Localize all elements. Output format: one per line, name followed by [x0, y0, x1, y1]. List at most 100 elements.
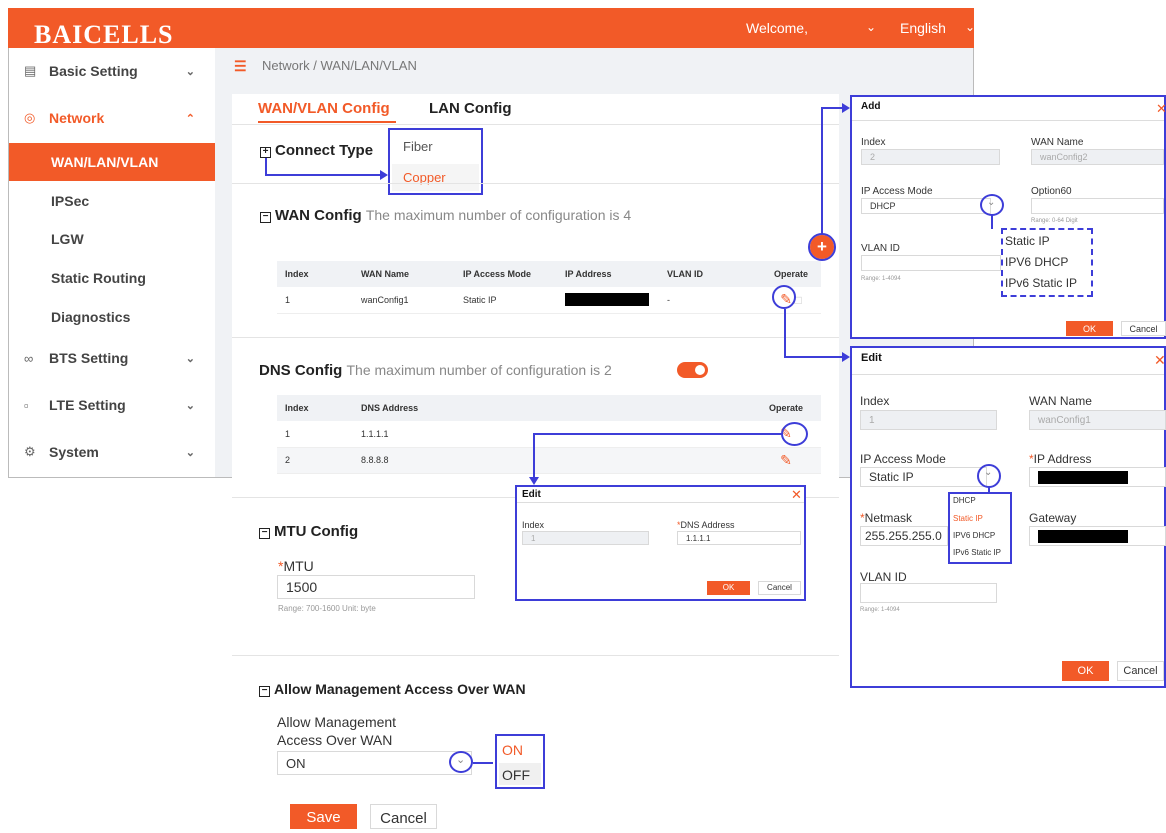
dns-config-header: DNS Config The maximum number of configu…	[259, 362, 612, 379]
option-ipv6-dhcp[interactable]: IPV6 DHCP	[1005, 255, 1068, 269]
table-row: 1 wanConfig1 Static IP - ✎ □	[277, 287, 821, 314]
column-header: WAN Name	[353, 261, 455, 287]
option-off[interactable]: OFF	[502, 767, 530, 783]
sidebar-item-wan-lan-vlan[interactable]: WAN/LAN/VLAN	[9, 143, 215, 181]
section-divider	[232, 655, 839, 656]
sidebar-item-lgw[interactable]: LGW	[9, 220, 215, 258]
menu-toggle-icon[interactable]: ☰	[234, 58, 247, 75]
section-title: MTU Config	[274, 523, 359, 540]
ok-button[interactable]: OK	[1066, 321, 1113, 336]
ok-button[interactable]: OK	[707, 581, 750, 595]
globe-icon: ◎	[24, 110, 36, 125]
option-fiber[interactable]: Fiber	[403, 139, 433, 154]
cancel-button[interactable]: Cancel	[370, 804, 437, 829]
dns-label-text: DNS Address	[680, 520, 735, 530]
sidebar-item-network[interactable]: ◎ Network ⌃	[9, 99, 215, 137]
wan-name-label: WAN Name	[1031, 137, 1084, 148]
ok-button[interactable]: OK	[1062, 661, 1109, 681]
ip-mode-label: IP Access Mode	[860, 452, 946, 466]
connect-type-header[interactable]: + Connect Type	[260, 142, 373, 159]
option60-label: Option60	[1031, 186, 1072, 197]
vlan-input[interactable]	[861, 255, 1001, 271]
section-divider	[232, 337, 839, 338]
dns-address-input[interactable]: 1.1.1.1	[677, 531, 801, 545]
option-ipv6-static-ip[interactable]: IPv6 Static IP	[1005, 276, 1077, 290]
cell-index: 1	[277, 421, 353, 448]
close-icon[interactable]: ✕	[1156, 101, 1166, 117]
collapse-icon[interactable]: −	[259, 528, 270, 539]
language-selector[interactable]: English	[900, 20, 946, 36]
dialog-divider	[852, 374, 1164, 375]
sidebar-item-label: System	[49, 444, 99, 460]
sidebar-item-lte-setting[interactable]: ▫ LTE Setting ⌄	[9, 386, 215, 424]
collapse-icon[interactable]: −	[260, 212, 271, 223]
cell-wan-name: wanConfig1	[353, 287, 455, 314]
option60-input[interactable]	[1031, 198, 1164, 214]
chevron-down-icon[interactable]: ⌄	[456, 753, 465, 766]
mgmt-access-header[interactable]: − Allow Management Access Over WAN	[259, 681, 526, 697]
column-header: IP Address	[557, 261, 659, 287]
sidebar-item-static-routing[interactable]: Static Routing	[9, 259, 215, 297]
netmask-label: *Netmask	[860, 511, 913, 525]
wan-name-label: WAN Name	[1029, 394, 1092, 408]
close-icon[interactable]: ✕	[791, 487, 802, 503]
dns-enable-toggle[interactable]	[677, 362, 708, 378]
column-header: DNS Address	[353, 395, 751, 421]
option-on[interactable]: ON	[502, 742, 523, 758]
ip-mode-select[interactable]: DHCP	[861, 198, 991, 214]
cancel-button[interactable]: Cancel	[1121, 321, 1166, 336]
active-tab-indicator	[258, 121, 396, 123]
ip-address-label-text: IP Address	[1033, 452, 1092, 466]
mgmt-access-select[interactable]: ON	[277, 751, 472, 775]
sidebar-item-ipsec[interactable]: IPSec	[9, 182, 215, 220]
mtu-config-header[interactable]: − MTU Config	[259, 523, 358, 540]
ip-mode-label: IP Access Mode	[861, 186, 933, 197]
mtu-hint: Range: 700-1600 Unit: byte	[278, 604, 376, 613]
vlan-label: VLAN ID	[860, 570, 907, 584]
wan-name-field: wanConfig2	[1031, 149, 1164, 165]
cell-operate: ✎	[751, 447, 821, 474]
tab-wan-vlan-config[interactable]: WAN/VLAN Config	[258, 100, 390, 117]
chevron-down-icon[interactable]: ⌄	[987, 197, 995, 208]
wan-table: Index WAN Name IP Access Mode IP Address…	[277, 261, 821, 314]
gateway-input[interactable]	[1029, 526, 1166, 546]
chevron-down-icon: ⌄	[185, 446, 195, 459]
sidebar-item-label: Network	[49, 110, 105, 126]
option-dhcp[interactable]: DHCP	[953, 496, 976, 505]
dialog-title: Add	[861, 101, 881, 112]
gear-icon: ⚙	[24, 444, 36, 459]
dialog-divider	[852, 120, 1164, 121]
option-ipv6-static-ip[interactable]: IPv6 Static IP	[953, 548, 1001, 557]
wan-config-header[interactable]: − WAN Config The maximum number of config…	[260, 207, 631, 224]
redacted-block	[1038, 529, 1128, 543]
ip-address-input[interactable]	[1029, 467, 1166, 487]
user-menu-chevron-icon[interactable]: ⌄	[866, 20, 876, 34]
ip-mode-select[interactable]: Static IP	[860, 467, 987, 487]
save-button[interactable]: Save	[290, 804, 357, 829]
language-chevron-icon[interactable]: ⌄	[965, 20, 975, 34]
close-icon[interactable]: ✕	[1154, 352, 1166, 369]
edit-pencil-icon[interactable]: ✎	[780, 452, 792, 468]
sidebar-item-bts-setting[interactable]: ∞ BTS Setting ⌄	[9, 339, 215, 377]
section-title: Allow Management Access Over WAN	[274, 681, 526, 697]
vlan-input[interactable]	[860, 583, 997, 603]
sidebar-item-basic-setting[interactable]: ▤ Basic Setting ⌄	[9, 52, 215, 90]
cell-ip-mode: Static IP	[455, 287, 557, 314]
collapse-icon[interactable]: −	[259, 686, 270, 697]
mgmt-access-value: ON	[286, 755, 306, 771]
sidebar-item-diagnostics[interactable]: Diagnostics	[9, 298, 215, 336]
sidebar-item-system[interactable]: ⚙ System ⌄	[9, 433, 215, 471]
mtu-input[interactable]: 1500	[277, 575, 475, 599]
tab-lan-config[interactable]: LAN Config	[429, 100, 511, 117]
option-static-ip[interactable]: Static IP	[953, 514, 983, 523]
netmask-input[interactable]: 255.255.255.0	[860, 526, 948, 546]
cancel-button[interactable]: Cancel	[758, 581, 801, 595]
expand-icon[interactable]: +	[260, 147, 271, 158]
option-ipv6-dhcp[interactable]: IPV6 DHCP	[953, 531, 995, 540]
chevron-down-icon[interactable]: ⌄	[984, 467, 992, 478]
option-static-ip[interactable]: Static IP	[1005, 234, 1050, 248]
section-title: WAN Config	[275, 207, 362, 224]
cancel-button[interactable]: Cancel	[1117, 661, 1164, 681]
wan-name-field: wanConfig1	[1029, 410, 1166, 430]
mtu-label-text: MTU	[283, 558, 314, 574]
